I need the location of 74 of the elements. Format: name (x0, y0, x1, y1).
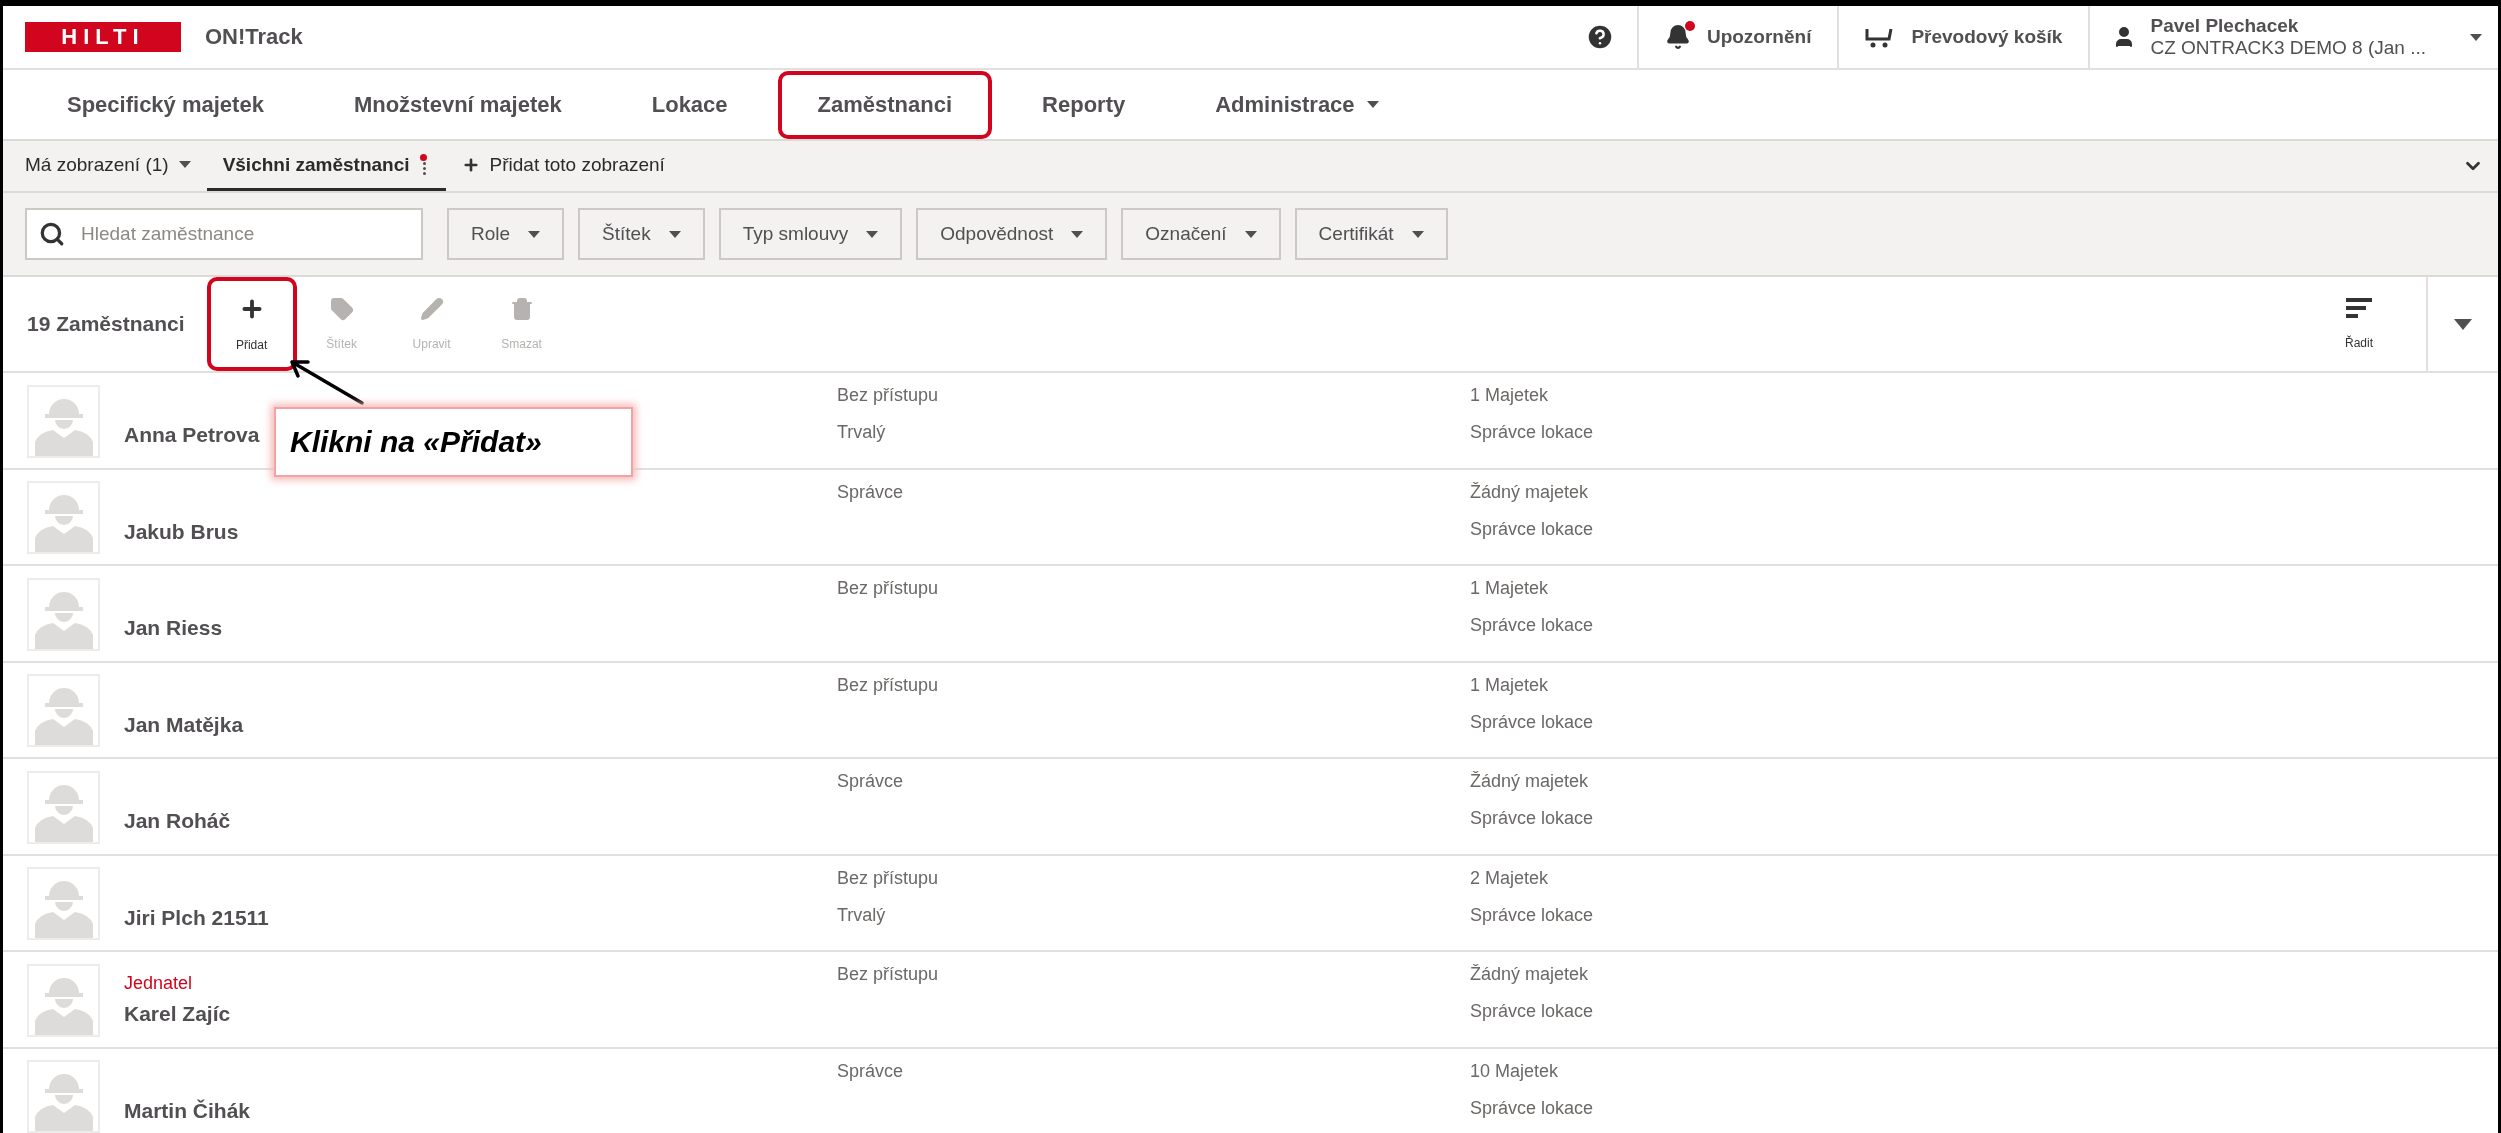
filter-dropdown[interactable]: Certifikát (1294, 208, 1448, 260)
table-cell-text: Bez přístupu (837, 385, 940, 406)
table-cell-text: 10 Majetek (1470, 1060, 1560, 1082)
view-tab[interactable]: Přidat toto zobrazení (445, 141, 681, 191)
table-cell-text: 1 Majetek (1470, 578, 1550, 599)
sort-button[interactable]: Řadit (2314, 277, 2404, 371)
filter-dropdown[interactable]: Typ smlouvy (718, 208, 903, 260)
employee-name[interactable]: Jan Roháč (124, 809, 231, 833)
table-cell-text: 1 Majetek (1470, 674, 1550, 696)
cart-button[interactable]: Převodový košík (1837, 6, 2089, 68)
filter-dropdown[interactable]: Role (447, 208, 565, 260)
employee-name[interactable]: Karel Zajíc (124, 1002, 231, 1026)
table-cell-text: Správce lokace (1470, 615, 1595, 636)
table-cell-text: Správce lokace (1470, 1097, 1595, 1119)
table-cell-text: Správce lokace (1470, 518, 1595, 540)
caret-icon (1071, 230, 1084, 238)
bell-icon (1664, 24, 1691, 50)
nav-tab[interactable]: Množstevní majetek (313, 70, 602, 139)
tag-icon (329, 297, 354, 321)
toolbar-button[interactable]: Přidat (206, 277, 297, 371)
search-field[interactable]: Hledat zaměstnance (25, 208, 423, 260)
table-cell-text: Správce lokace (1470, 711, 1595, 733)
employee-name[interactable]: Jan Riess (124, 616, 223, 640)
table-cell-text: Správce lokace (1470, 808, 1595, 829)
employee-count: 19 Zaměstnanci (27, 312, 185, 336)
callout-note: Klikni na «Přidat» (274, 407, 633, 477)
table-cell-text: Správce (837, 481, 905, 503)
employee-name[interactable]: Jakub Brus (124, 519, 239, 544)
logo[interactable]: HILTI (25, 22, 181, 52)
trash-icon (509, 297, 534, 321)
table-cell-text: Správce (837, 1060, 905, 1082)
caret-icon (1244, 230, 1257, 238)
table-cell-text: Bez přístupu (837, 674, 940, 696)
caret-icon (668, 230, 681, 238)
table-cell-text: Žádný majetek (1470, 964, 1590, 985)
filter-dropdown[interactable]: Označení (1121, 208, 1281, 260)
table-cell-text: Žádný majetek (1470, 771, 1590, 792)
filter-dropdown[interactable]: Odpovědnost (916, 208, 1108, 260)
table-cell-text: Správce lokace (1470, 1001, 1595, 1022)
nav-tab[interactable]: Reporty (1002, 70, 1166, 139)
table-cell-text: Trvalý (837, 904, 887, 926)
app-name: ON!Track (205, 24, 303, 50)
pencil-icon (419, 297, 444, 321)
table-cell-text: Žádný majetek (1470, 481, 1590, 503)
table-cell-text: Bez přístupu (837, 964, 940, 985)
nav-tab[interactable]: Lokace (611, 70, 768, 139)
table-cell-text: Bez přístupu (837, 867, 940, 889)
filter-dropdown[interactable]: Štítek (578, 208, 705, 260)
table-cell-text: 1 Majetek (1470, 385, 1550, 406)
table-cell-text: Bez přístupu (837, 578, 940, 599)
employee-name[interactable]: Martin Čihák (124, 1098, 251, 1123)
caret-icon (2454, 318, 2472, 330)
caret-icon (1411, 230, 1424, 238)
employee-name[interactable]: Anna Petrova (124, 423, 260, 447)
table-cell-text: Správce lokace (1470, 422, 1595, 443)
employee-name[interactable]: Jiri Plch 21511 (124, 905, 269, 930)
notifications-button[interactable]: Upozornění (1636, 6, 1838, 68)
view-tab[interactable]: Má zobrazení (1) (25, 141, 207, 191)
role-tag: Jednatel (124, 973, 837, 994)
nav-tab[interactable]: Specifický majetek (27, 70, 304, 139)
caret-icon (866, 230, 879, 238)
caret-icon (178, 161, 191, 168)
table-cell-text: Trvalý (837, 422, 887, 443)
sort-icon (2346, 298, 2372, 320)
employee-name[interactable]: Jan Matějka (124, 712, 244, 737)
search-icon (39, 221, 65, 247)
table-cell-text: Správce (837, 771, 905, 792)
user-menu[interactable]: Pavel Plechacek CZ ONTRACK3 DEMO 8 (Jan ... (2088, 6, 2498, 68)
table-cell-text: Správce lokace (1470, 904, 1595, 926)
caret-icon (2470, 33, 2482, 41)
nav-tab[interactable]: Zaměstnanci (777, 70, 993, 139)
nav-tab[interactable]: Administrace (1175, 70, 1419, 139)
table-cell-text: 2 Majetek (1470, 867, 1550, 889)
caret-icon (528, 230, 541, 238)
